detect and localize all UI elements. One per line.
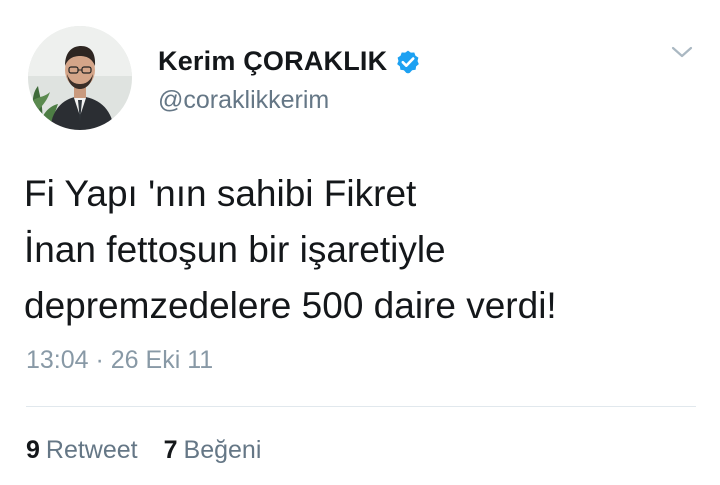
tweet-text-line: İnan fettoşun bir işaretiyle xyxy=(24,229,446,270)
like-count: 7 xyxy=(163,436,178,464)
author-info: Kerim ÇORAKLIK @coraklikkerim xyxy=(158,42,421,115)
profile-photo xyxy=(28,26,132,130)
tweet-stats: 9 Retweet 7 Beğeni xyxy=(26,436,261,465)
divider xyxy=(26,406,696,407)
retweet-count: 9 xyxy=(26,436,40,464)
tweet-text-line: depremzedelere 500 daire verdi! xyxy=(24,285,557,326)
retweet-stat[interactable]: 9 Retweet xyxy=(26,436,138,465)
like-label: Beğeni xyxy=(183,436,262,464)
retweet-label: Retweet xyxy=(45,436,138,464)
chevron-down-icon[interactable] xyxy=(670,44,694,60)
tweet-card: Kerim ÇORAKLIK @coraklikkerim Fi Yapı 'n… xyxy=(0,0,720,485)
tweet-text-line: Fi Yapı 'nın sahibi Fikret xyxy=(24,173,417,214)
like-stat[interactable]: 7 Beğeni xyxy=(164,436,262,465)
tweet-text: Fi Yapı 'nın sahibi Fikret İnan fettoşun… xyxy=(24,166,704,334)
tweet-timestamp[interactable]: 13:04 · 26 Eki 11 xyxy=(26,346,213,375)
user-handle[interactable]: @coraklikkerim xyxy=(158,86,421,115)
display-name[interactable]: Kerim ÇORAKLIK xyxy=(158,46,387,77)
tweet-header: Kerim ÇORAKLIK @coraklikkerim xyxy=(28,26,421,130)
verified-badge-icon xyxy=(395,49,421,75)
avatar[interactable] xyxy=(28,26,132,130)
name-row: Kerim ÇORAKLIK xyxy=(158,42,421,82)
